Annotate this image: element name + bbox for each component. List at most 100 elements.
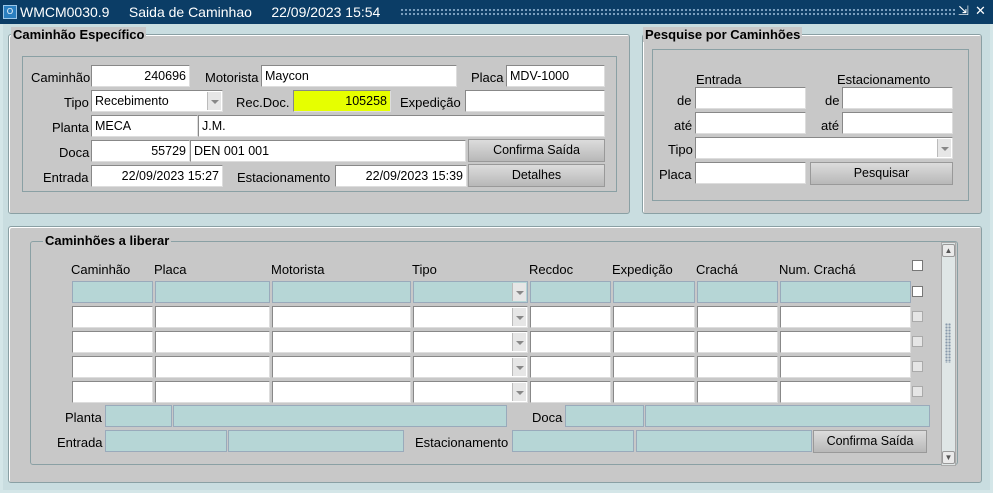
col-cracha-header: Crachá — [696, 262, 738, 277]
liberar-planta-code-field[interactable] — [105, 405, 172, 427]
liberar-estacionamento-time-field[interactable] — [636, 430, 812, 452]
cell-cracha[interactable] — [697, 306, 778, 328]
cell-num-cracha[interactable] — [780, 306, 911, 328]
estacionamento-de-field[interactable] — [842, 87, 953, 109]
doca-code-field[interactable]: 55729 — [91, 140, 190, 162]
scroll-up-icon[interactable]: ▲ — [942, 244, 955, 257]
confirma-saida-button[interactable]: Confirma Saída — [468, 139, 605, 162]
cell-placa[interactable] — [155, 281, 270, 303]
planta-name-field[interactable]: J.M. — [198, 115, 605, 137]
detalhes-button[interactable]: Detalhes — [468, 164, 605, 187]
estacionamento-label: Estacionamento — [237, 170, 331, 185]
cell-motorista[interactable] — [272, 381, 411, 403]
cell-num-cracha[interactable] — [780, 331, 911, 353]
liberar-estacionamento-date-field[interactable] — [512, 430, 634, 452]
cell-caminhao[interactable] — [72, 356, 153, 378]
cell-tipo[interactable] — [413, 331, 528, 353]
chevron-down-icon[interactable] — [937, 139, 951, 157]
cell-motorista[interactable] — [272, 281, 411, 303]
col-placa-header: Placa — [154, 262, 187, 277]
cell-cracha[interactable] — [697, 331, 778, 353]
entrada-de-field[interactable] — [695, 87, 806, 109]
chevron-down-icon[interactable] — [512, 283, 526, 301]
cell-placa[interactable] — [155, 306, 270, 328]
cell-recdoc[interactable] — [530, 306, 611, 328]
chevron-down-icon[interactable] — [207, 92, 221, 110]
liberar-entrada-time-field[interactable] — [228, 430, 404, 452]
cell-recdoc[interactable] — [530, 381, 611, 403]
chevron-down-icon[interactable] — [512, 383, 526, 401]
cell-num-cracha[interactable] — [780, 381, 911, 403]
recdoc-field[interactable]: 105258 — [293, 90, 391, 112]
cell-tipo[interactable] — [413, 381, 528, 403]
row-checkbox[interactable] — [912, 336, 923, 347]
cell-expedicao[interactable] — [613, 381, 695, 403]
cell-caminhao[interactable] — [72, 306, 153, 328]
cell-tipo[interactable] — [413, 281, 528, 303]
cell-motorista[interactable] — [272, 306, 411, 328]
row-checkbox[interactable] — [912, 361, 923, 372]
scroll-grip[interactable] — [945, 323, 951, 363]
entrada-field[interactable]: 22/09/2023 15:27 — [91, 165, 223, 187]
liberar-doca-code-field[interactable] — [565, 405, 644, 427]
grid-scrollbar[interactable]: ▲ ▼ — [941, 242, 956, 466]
entrada-ate-field[interactable] — [695, 112, 806, 134]
estacionamento-field[interactable]: 22/09/2023 15:39 — [335, 165, 467, 187]
estacionamento-ate-field[interactable] — [842, 112, 953, 134]
cell-motorista[interactable] — [272, 356, 411, 378]
doca-name-field[interactable]: DEN 001 001 — [190, 140, 466, 162]
tipo-select[interactable]: Recebimento — [91, 90, 223, 112]
planta-code-field[interactable]: MECA — [91, 115, 198, 137]
row-checkbox[interactable] — [912, 311, 923, 322]
cell-expedicao[interactable] — [613, 306, 695, 328]
pesquisar-button[interactable]: Pesquisar — [810, 162, 953, 185]
pesquise-placa-label: Placa — [659, 167, 692, 182]
col-recdoc-header: Recdoc — [529, 262, 574, 277]
row-checkbox[interactable] — [912, 286, 923, 297]
entrada-label: Entrada — [43, 170, 89, 185]
estacionamento-de-label: de — [825, 93, 840, 108]
cell-expedicao[interactable] — [613, 356, 695, 378]
cell-tipo[interactable] — [413, 356, 528, 378]
cell-placa[interactable] — [155, 381, 270, 403]
col-caminhao-header: Caminhão — [71, 262, 131, 277]
pesquise-placa-field[interactable] — [695, 162, 806, 184]
cell-placa[interactable] — [155, 356, 270, 378]
liberar-title: Caminhões a liberar — [43, 233, 172, 248]
cell-cracha[interactable] — [697, 281, 778, 303]
cell-recdoc[interactable] — [530, 331, 611, 353]
select-all-checkbox[interactable] — [912, 260, 923, 271]
liberar-planta-label: Planta — [65, 410, 102, 425]
cell-tipo[interactable] — [413, 306, 528, 328]
cell-placa[interactable] — [155, 331, 270, 353]
cell-num-cracha[interactable] — [780, 281, 911, 303]
cell-caminhao[interactable] — [72, 331, 153, 353]
cell-motorista[interactable] — [272, 331, 411, 353]
expedicao-field[interactable] — [465, 90, 605, 112]
cell-caminhao[interactable] — [72, 381, 153, 403]
motorista-field[interactable]: Maycon — [261, 65, 457, 87]
minimize-icon[interactable]: ⇲ — [958, 3, 969, 19]
cell-recdoc[interactable] — [530, 356, 611, 378]
scroll-down-icon[interactable]: ▼ — [942, 451, 955, 464]
pesquise-tipo-select[interactable] — [695, 137, 953, 159]
estacionamento-header: Estacionamento — [837, 72, 931, 87]
liberar-entrada-date-field[interactable] — [105, 430, 227, 452]
chevron-down-icon[interactable] — [512, 333, 526, 351]
liberar-confirma-saida-button[interactable]: Confirma Saída — [813, 430, 927, 453]
cell-expedicao[interactable] — [613, 281, 695, 303]
cell-cracha[interactable] — [697, 381, 778, 403]
chevron-down-icon[interactable] — [512, 308, 526, 326]
cell-caminhao[interactable] — [72, 281, 153, 303]
close-icon[interactable]: ✕ — [975, 3, 986, 19]
cell-num-cracha[interactable] — [780, 356, 911, 378]
liberar-planta-name-field[interactable] — [173, 405, 507, 427]
row-checkbox[interactable] — [912, 386, 923, 397]
liberar-doca-name-field[interactable] — [645, 405, 930, 427]
cell-cracha[interactable] — [697, 356, 778, 378]
placa-field[interactable]: MDV-1000 — [506, 65, 605, 87]
caminhao-field[interactable]: 240696 — [91, 65, 190, 87]
chevron-down-icon[interactable] — [512, 358, 526, 376]
cell-recdoc[interactable] — [530, 281, 611, 303]
cell-expedicao[interactable] — [613, 331, 695, 353]
